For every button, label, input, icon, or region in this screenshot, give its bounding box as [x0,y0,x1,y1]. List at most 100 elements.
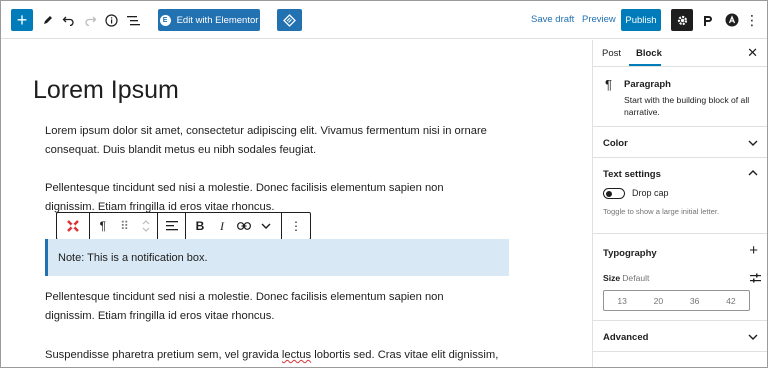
paragraph-block-3[interactable]: Pellentesque tincidunt sed nisi a molest… [45,288,495,326]
font-size-picker: 13 20 36 42 [603,290,750,311]
publish-button[interactable]: Publish [621,9,661,31]
post-title[interactable]: Lorem Ipsum [33,76,179,105]
pilcrow-icon: ¶ [99,219,107,233]
size-default-text: Default [622,273,650,283]
paragraph-group: ¶ ⠿ [90,213,158,239]
paragraph-block-4[interactable]: Suspendisse pharetra pretium sem, vel gr… [45,346,499,365]
font-size-label: Size Default [603,273,649,283]
sliders-icon[interactable] [750,273,761,283]
align-left-icon [165,221,178,231]
chevron-down-icon [748,334,758,340]
elementor-logo-icon: E [159,14,171,26]
panel-color-title: Color [603,138,628,149]
tab-post[interactable]: Post [602,48,621,59]
list-view-icon [126,15,140,25]
chevron-down-icon [261,223,271,229]
panel-text-settings-title[interactable]: Text settings [603,169,661,180]
plugin-a-icon [725,13,739,27]
bold-icon: B [195,219,205,233]
panel-advanced[interactable]: Advanced [593,321,767,352]
navigator-icon [283,13,296,27]
toggle-knob [606,190,612,197]
details-button[interactable] [100,9,122,31]
link-icon [237,222,251,230]
list-view-button[interactable] [122,9,144,31]
options-group: ⋮ [282,213,310,239]
font-size-option[interactable]: 13 [604,291,640,310]
align-group [158,213,186,239]
plugin-p-button[interactable] [697,9,719,31]
block-name: Paragraph [624,79,671,90]
editor-canvas: Lorem Ipsum Lorem ipsum dolor sit amet, … [1,40,592,367]
more-vertical-icon: ⋮ [745,12,759,28]
font-size-option[interactable]: 36 [677,291,713,310]
paragraph-4-start: Suspendisse pharetra pretium sem, vel gr… [45,349,282,361]
more-formats-button[interactable] [255,213,277,239]
block-toolbar: ¶ ⠿ B I ⋮ [56,212,311,240]
drag-handle[interactable]: ⠿ [114,213,136,239]
chevron-down-icon [748,140,758,146]
sidebar-tabs: Post Block ✕ [593,40,767,67]
edit-with-elementor-label: Edit with Elementor [176,14,259,26]
drop-cap-toggle[interactable] [603,188,625,199]
block-options-button[interactable]: ⋮ [285,213,307,239]
tab-block[interactable]: Block [636,48,662,59]
plugin-x-icon [67,220,79,232]
active-tab-indicator [629,64,661,66]
panel-color[interactable]: Color [593,127,767,158]
settings-sidebar: Post Block ✕ ¶ Paragraph Start with the … [592,40,767,367]
block-card: ¶ Paragraph Start with the building bloc… [593,67,767,127]
close-sidebar-button[interactable]: ✕ [747,45,758,61]
plugin-a-button[interactable] [721,9,743,31]
bold-button[interactable]: B [189,213,211,239]
gear-icon [677,15,687,25]
plugin-p-icon [704,15,712,26]
drop-cap-help: Toggle to show a large initial letter. [603,207,720,216]
tools-button[interactable] [37,9,59,31]
redo-button[interactable] [79,9,101,31]
font-size-option[interactable]: 20 [640,291,676,310]
block-switcher-button[interactable] [62,213,84,239]
panel-typography-title[interactable]: Typography [603,248,657,259]
font-size-option[interactable]: 42 [713,291,749,310]
notification-text: Note: This is a notification box. [58,251,208,264]
notification-box[interactable]: Note: This is a notification box. [45,239,509,276]
paragraph-4-end: lobortis sed. Cras vitae elit dignissim, [311,349,499,361]
plus-icon[interactable]: + [749,242,758,259]
plus-icon: + [16,10,28,30]
redo-icon [84,16,96,26]
drop-cap-label: Drop cap [632,188,669,198]
spelling-error-word: lectus [281,349,312,361]
options-menu-button[interactable]: ⋮ [741,9,763,31]
block-description: Start with the building block of all nar… [624,95,750,117]
navigator-button[interactable] [277,9,302,31]
move-arrows-icon [142,220,150,232]
publish-label: Publish [625,14,657,26]
info-icon [104,13,118,27]
edit-with-elementor-button[interactable]: E Edit with Elementor [158,9,260,31]
chevron-up-icon[interactable] [748,170,758,176]
align-button[interactable] [161,213,183,239]
italic-button[interactable]: I [211,213,233,239]
link-button[interactable] [233,213,255,239]
size-label-text: Size [603,273,621,283]
paragraph-type-button[interactable]: ¶ [92,213,114,239]
editor-window: + E Edit with Elementor Save draft Previ… [0,0,768,368]
format-group: B I [186,213,282,239]
more-vertical-icon: ⋮ [290,219,302,233]
undo-button[interactable] [57,9,79,31]
save-draft-button[interactable]: Save draft [531,14,574,25]
top-toolbar: + E Edit with Elementor Save draft Previ… [1,1,767,39]
panel-advanced-title: Advanced [603,332,649,343]
drag-icon: ⠿ [120,219,129,233]
preview-button[interactable]: Preview [582,14,616,25]
paragraph-icon: ¶ [605,77,612,92]
undo-icon [62,16,74,26]
block-type-group [57,213,90,239]
settings-button[interactable] [671,9,693,31]
pen-icon [44,16,52,24]
move-up-down-button[interactable] [135,213,157,239]
paragraph-block-1[interactable]: Lorem ipsum dolor sit amet, consectetur … [45,122,495,160]
add-block-button[interactable]: + [11,9,33,31]
italic-icon: I [220,218,224,233]
